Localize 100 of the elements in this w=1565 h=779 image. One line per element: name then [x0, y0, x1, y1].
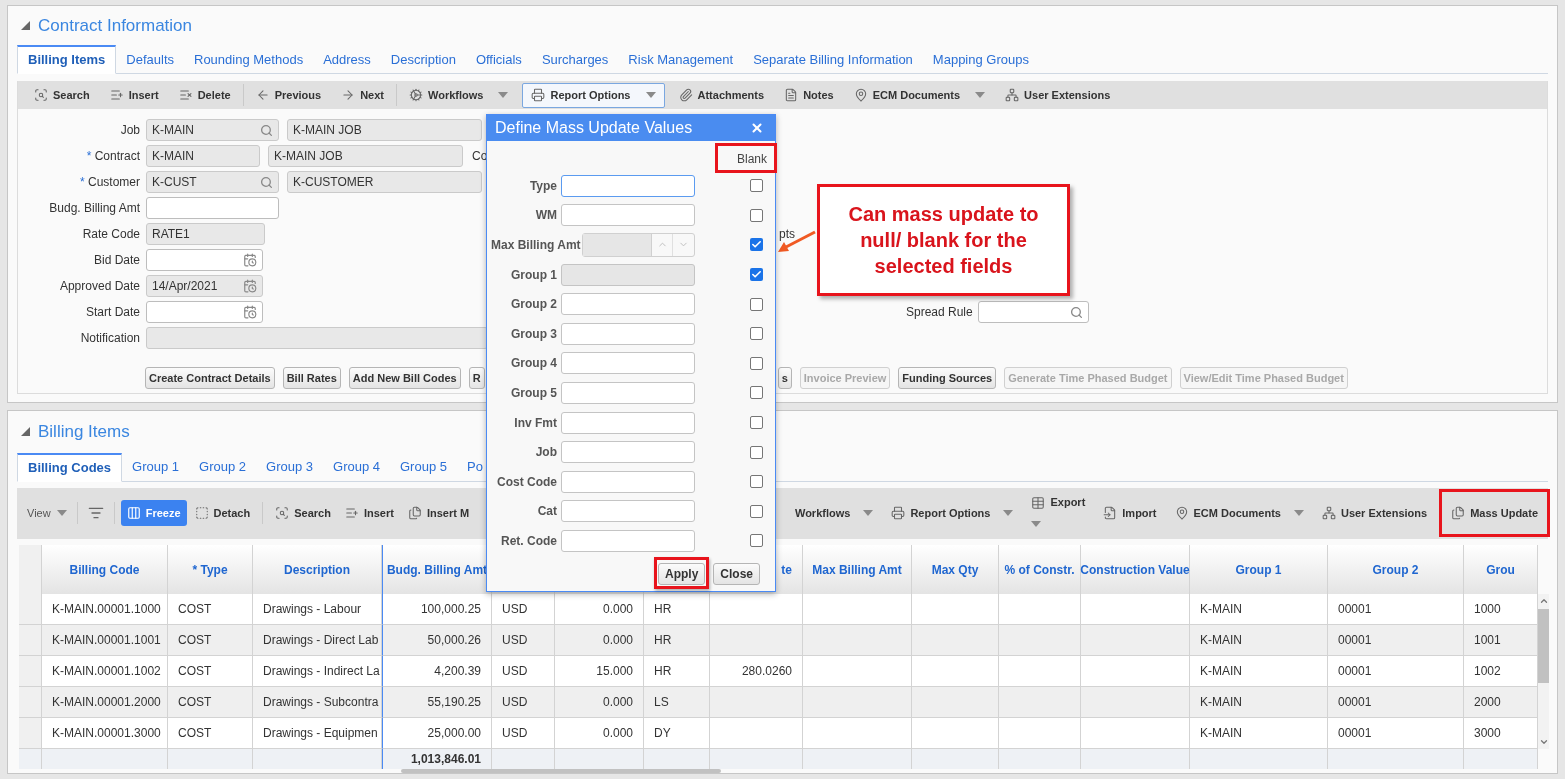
- checkbox[interactable]: [750, 534, 763, 548]
- tab[interactable]: Group 1: [122, 452, 190, 482]
- tab[interactable]: Defaults: [116, 45, 184, 74]
- tab[interactable]: Surcharges: [531, 45, 619, 74]
- action-button[interactable]: Add New Bill Codes: [348, 367, 461, 389]
- text-field[interactable]: [561, 322, 695, 345]
- field-label: Start Date: [84, 304, 140, 321]
- action-button[interactable]: Funding Sources: [898, 367, 997, 389]
- text-field[interactable]: [561, 441, 695, 464]
- toolbar-button[interactable]: View: [23, 500, 71, 527]
- column-header[interactable]: Description: [253, 545, 382, 594]
- tab[interactable]: Description: [380, 45, 466, 74]
- toolbar-button[interactable]: Report Options: [885, 500, 1020, 527]
- toolbar-button[interactable]: User Extensions: [1315, 500, 1434, 527]
- toolbar-button[interactable]: Insert M: [401, 500, 476, 527]
- caret-icon: [1293, 510, 1304, 517]
- column-header[interactable]: Budg. Billing Amt: [382, 545, 492, 594]
- column-header[interactable]: Max Qty: [912, 545, 999, 594]
- text-field[interactable]: [561, 381, 695, 404]
- toolbar-button[interactable]: Search: [28, 82, 96, 108]
- checkbox[interactable]: [750, 445, 763, 459]
- toolbar-button[interactable]: User Extensions: [999, 82, 1117, 108]
- checkbox[interactable]: [750, 504, 763, 518]
- toolbar-button[interactable]: ECM Documents: [847, 82, 992, 108]
- checkbox[interactable]: [750, 386, 763, 400]
- column-header[interactable]: Grou: [1464, 545, 1538, 594]
- toolbar-button[interactable]: Next: [335, 82, 390, 108]
- dialog-button[interactable]: Apply: [657, 562, 706, 585]
- toolbar-button[interactable]: Import: [1097, 500, 1163, 527]
- tab[interactable]: Group 4: [323, 452, 390, 482]
- checkbox[interactable]: [750, 297, 763, 311]
- column-header[interactable]: Group 1: [1190, 545, 1328, 594]
- text-field[interactable]: [561, 500, 695, 523]
- toolbar-button[interactable]: Search: [269, 500, 337, 527]
- action-button[interactable]: Create Contract Details: [145, 367, 275, 389]
- column-header[interactable]: % of Constr.: [999, 545, 1081, 594]
- scrollbar-thumb[interactable]: [401, 769, 721, 773]
- toolbar-button[interactable]: Report Options: [522, 82, 665, 108]
- callout: Can mass update to null/ blank for the selected fields: [817, 184, 1070, 296]
- column-header[interactable]: Billing Code: [42, 545, 168, 594]
- toolbar-button[interactable]: ECM Documents: [1168, 500, 1310, 527]
- field-label: Rate Code: [81, 226, 140, 243]
- toolbar-button[interactable]: Export: [1025, 490, 1092, 537]
- text-field[interactable]: [561, 411, 695, 434]
- tab[interactable]: Mapping Groups: [922, 45, 1039, 74]
- toolbar-button[interactable]: Workflows: [403, 82, 515, 108]
- toolbar-button[interactable]: Freeze: [120, 500, 187, 527]
- scrollbar[interactable]: [1538, 594, 1549, 749]
- tab[interactable]: Officials: [465, 45, 532, 74]
- text-field[interactable]: [561, 293, 695, 316]
- action-button[interactable]: R: [468, 367, 485, 389]
- tab[interactable]: Billing Items: [17, 45, 117, 74]
- tab[interactable]: Address: [313, 45, 381, 74]
- tab[interactable]: Group 5: [390, 452, 457, 482]
- date-field[interactable]: [146, 301, 263, 323]
- column-header[interactable]: Construction Value: [1081, 545, 1190, 594]
- close-icon[interactable]: [750, 121, 764, 135]
- action-button[interactable]: Bill Rates: [282, 367, 341, 389]
- checkbox[interactable]: [750, 356, 763, 370]
- checkbox[interactable]: [750, 416, 763, 430]
- toolbar-button[interactable]: Delete: [172, 82, 237, 108]
- text-field[interactable]: [561, 204, 695, 227]
- checkbox[interactable]: [750, 327, 763, 341]
- chevron-down-icon[interactable]: [1538, 737, 1549, 747]
- checkbox[interactable]: [750, 475, 763, 489]
- tab[interactable]: Group 3: [256, 452, 323, 482]
- search-icon[interactable]: [1069, 305, 1083, 319]
- toolbar-button[interactable]: Detach: [188, 500, 257, 527]
- tab[interactable]: Rounding Methods: [184, 45, 314, 74]
- text-field[interactable]: [561, 174, 695, 197]
- tab[interactable]: Billing Codes: [17, 452, 123, 482]
- toolbar-button[interactable]: Insert: [103, 82, 165, 108]
- text-field[interactable]: [561, 470, 695, 493]
- toolbar-button[interactable]: Mass Update: [1445, 500, 1544, 527]
- tab[interactable]: Group 2: [189, 452, 257, 482]
- dialog-button[interactable]: Close: [713, 562, 760, 585]
- toolbar-button[interactable]: Attachments: [672, 82, 771, 108]
- toolbar-button[interactable]: Workflows: [788, 500, 880, 527]
- toolbar-button[interactable]: Insert: [338, 500, 400, 527]
- lookup-field[interactable]: [977, 301, 1089, 323]
- column-header[interactable]: Max Billing Amt: [803, 545, 912, 594]
- chevron-up-icon[interactable]: [1538, 596, 1549, 606]
- toolbar-button[interactable]: Notes: [778, 82, 840, 108]
- calendar-icon[interactable]: [243, 305, 257, 319]
- text-field[interactable]: [561, 529, 695, 552]
- collapse-icon[interactable]: [21, 427, 30, 437]
- action-button[interactable]: s: [777, 367, 792, 389]
- date-field[interactable]: [146, 249, 263, 271]
- collapse-icon[interactable]: [21, 21, 30, 30]
- text-field[interactable]: [146, 197, 279, 219]
- column-header[interactable]: * Type: [168, 545, 253, 594]
- text-field[interactable]: [561, 352, 695, 375]
- tab[interactable]: Po: [457, 452, 493, 482]
- checkbox[interactable]: [750, 179, 763, 193]
- calendar-icon[interactable]: [243, 253, 257, 267]
- checkbox[interactable]: [750, 208, 763, 222]
- tab[interactable]: Risk Management: [618, 45, 744, 74]
- column-header[interactable]: Group 2: [1328, 545, 1464, 594]
- toolbar-button[interactable]: Previous: [249, 82, 328, 108]
- tab[interactable]: Separate Billing Information: [743, 45, 923, 74]
